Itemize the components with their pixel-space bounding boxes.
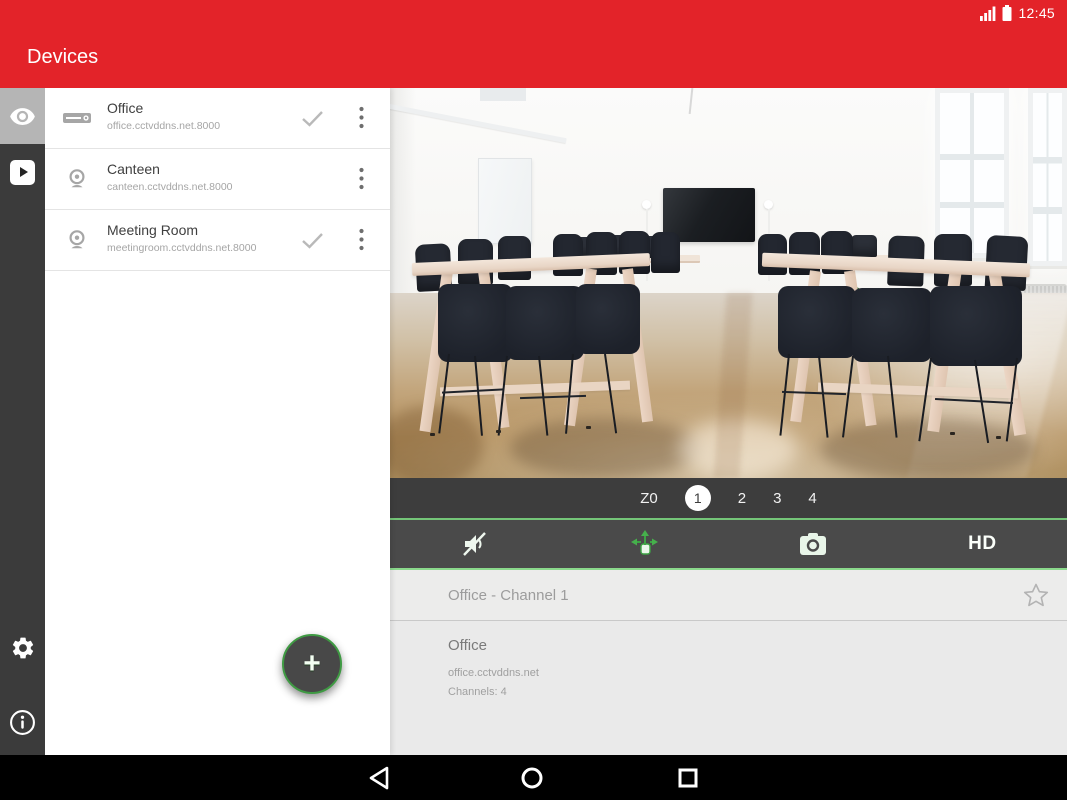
stream-title: Office - Channel 1 bbox=[448, 587, 569, 604]
device-address: office.cctvddns.net.8000 bbox=[107, 120, 221, 132]
left-rail bbox=[0, 88, 45, 755]
mute-button[interactable] bbox=[445, 522, 505, 566]
muted-speaker-icon bbox=[462, 532, 486, 556]
scene-chair-seat bbox=[778, 286, 856, 358]
channel-button-1-active[interactable]: 1 bbox=[684, 485, 711, 511]
device-address: meetingroom.cctvddns.net.8000 bbox=[107, 242, 257, 254]
rail-item-settings[interactable] bbox=[0, 620, 45, 676]
device-name: Canteen bbox=[107, 161, 160, 177]
rail-item-live-view[interactable] bbox=[0, 88, 45, 144]
ptz-arrows-icon bbox=[630, 530, 658, 555]
device-menu-kebab-icon[interactable] bbox=[355, 163, 368, 199]
scene-chair-seat bbox=[576, 284, 640, 354]
home-icon bbox=[521, 767, 542, 788]
selected-check-icon bbox=[301, 232, 324, 254]
add-device-button[interactable]: + bbox=[282, 634, 342, 694]
player-control-bar: HD bbox=[390, 518, 1067, 570]
eye-icon bbox=[10, 107, 35, 125]
device-menu-kebab-icon[interactable] bbox=[355, 224, 368, 260]
dvr-icon bbox=[61, 110, 93, 126]
info-device-address: office.cctvddns.net bbox=[448, 667, 539, 679]
device-row-meeting-room[interactable]: Meeting Room meetingroom.cctvddns.net.80… bbox=[45, 210, 390, 271]
quality-button[interactable]: HD bbox=[952, 522, 1012, 566]
device-row-office[interactable]: Office office.cctvddns.net.8000 bbox=[45, 88, 390, 149]
channel-button-4[interactable]: 4 bbox=[808, 490, 816, 507]
scene-chair bbox=[651, 232, 680, 273]
stream-info-header: Office - Channel 1 bbox=[390, 570, 1067, 621]
scene-foot bbox=[496, 430, 501, 433]
device-row-text: Office office.cctvddns.net.8000 bbox=[107, 100, 220, 132]
rail-item-about[interactable] bbox=[0, 694, 45, 750]
status-bar: 12:45 bbox=[980, 3, 1055, 23]
scene-chair-seat bbox=[852, 288, 932, 362]
player-area: Z0 1 2 3 4 HD Office - Channel 1 Office … bbox=[390, 88, 1067, 755]
back-button[interactable] bbox=[366, 765, 391, 790]
scene-foot bbox=[430, 433, 435, 436]
rail-item-playback[interactable] bbox=[0, 144, 45, 200]
star-icon[interactable] bbox=[1023, 583, 1049, 613]
info-channel-count: Channels: 4 bbox=[448, 686, 507, 698]
scene-chair-seat bbox=[438, 284, 513, 362]
scene-foot bbox=[996, 436, 1001, 439]
camera-icon bbox=[61, 168, 93, 190]
app-header: 12:45 Devices bbox=[0, 0, 1067, 88]
selected-check-icon bbox=[301, 110, 324, 132]
device-address: canteen.cctvddns.net.8000 bbox=[107, 181, 233, 193]
live-video-feed[interactable] bbox=[390, 88, 1067, 478]
scene-wall-lamp bbox=[642, 200, 651, 209]
device-row-canteen[interactable]: Canteen canteen.cctvddns.net.8000 bbox=[45, 149, 390, 210]
channel-button-3[interactable]: 3 bbox=[773, 490, 781, 507]
gear-icon bbox=[12, 637, 33, 659]
play-icon bbox=[10, 159, 35, 185]
scene-whiteboard bbox=[478, 158, 532, 244]
scene-wall-lamp bbox=[764, 200, 773, 209]
camera-snapshot-icon bbox=[800, 532, 827, 555]
device-name: Office bbox=[107, 100, 144, 116]
signal-bars-icon bbox=[980, 6, 996, 21]
battery-icon bbox=[1002, 5, 1012, 21]
scene-chair-seat bbox=[506, 286, 584, 360]
info-device-name: Office bbox=[448, 637, 487, 654]
channel-selector-bar: Z0 1 2 3 4 bbox=[390, 478, 1067, 518]
recents-icon bbox=[678, 768, 697, 787]
camera-icon bbox=[61, 229, 93, 251]
clock: 12:45 bbox=[1018, 5, 1055, 21]
zoom-label: Z0 bbox=[640, 489, 658, 507]
device-name: Meeting Room bbox=[107, 222, 199, 238]
home-button[interactable] bbox=[519, 765, 544, 790]
scene-vent bbox=[480, 88, 526, 101]
android-nav-bar bbox=[0, 755, 1067, 800]
app-screen: 12:45 Devices Office office.cctvddns.net… bbox=[0, 0, 1067, 800]
back-icon bbox=[369, 766, 388, 789]
recents-button[interactable] bbox=[675, 765, 700, 790]
scene-chair-seat bbox=[930, 286, 1022, 366]
scene-window bbox=[935, 88, 1009, 258]
scene-chair bbox=[851, 235, 877, 257]
scene-reflection bbox=[510, 418, 700, 478]
channel-button-2[interactable]: 2 bbox=[738, 490, 746, 507]
device-row-text: Meeting Room meetingroom.cctvddns.net.80… bbox=[107, 222, 256, 254]
scene-window-sill bbox=[1028, 266, 1067, 269]
hd-label: HD bbox=[968, 533, 997, 554]
device-info-section: Office office.cctvddns.net Channels: 4 bbox=[390, 621, 1067, 755]
scene-foot bbox=[586, 426, 591, 429]
device-row-text: Canteen canteen.cctvddns.net.8000 bbox=[107, 161, 233, 193]
device-menu-kebab-icon[interactable] bbox=[355, 102, 368, 138]
info-icon bbox=[10, 709, 35, 735]
scene-foot bbox=[950, 432, 955, 435]
snapshot-button[interactable] bbox=[783, 522, 843, 566]
scene-window bbox=[1028, 88, 1067, 266]
ptz-button[interactable] bbox=[614, 522, 674, 566]
page-title: Devices bbox=[27, 46, 99, 68]
